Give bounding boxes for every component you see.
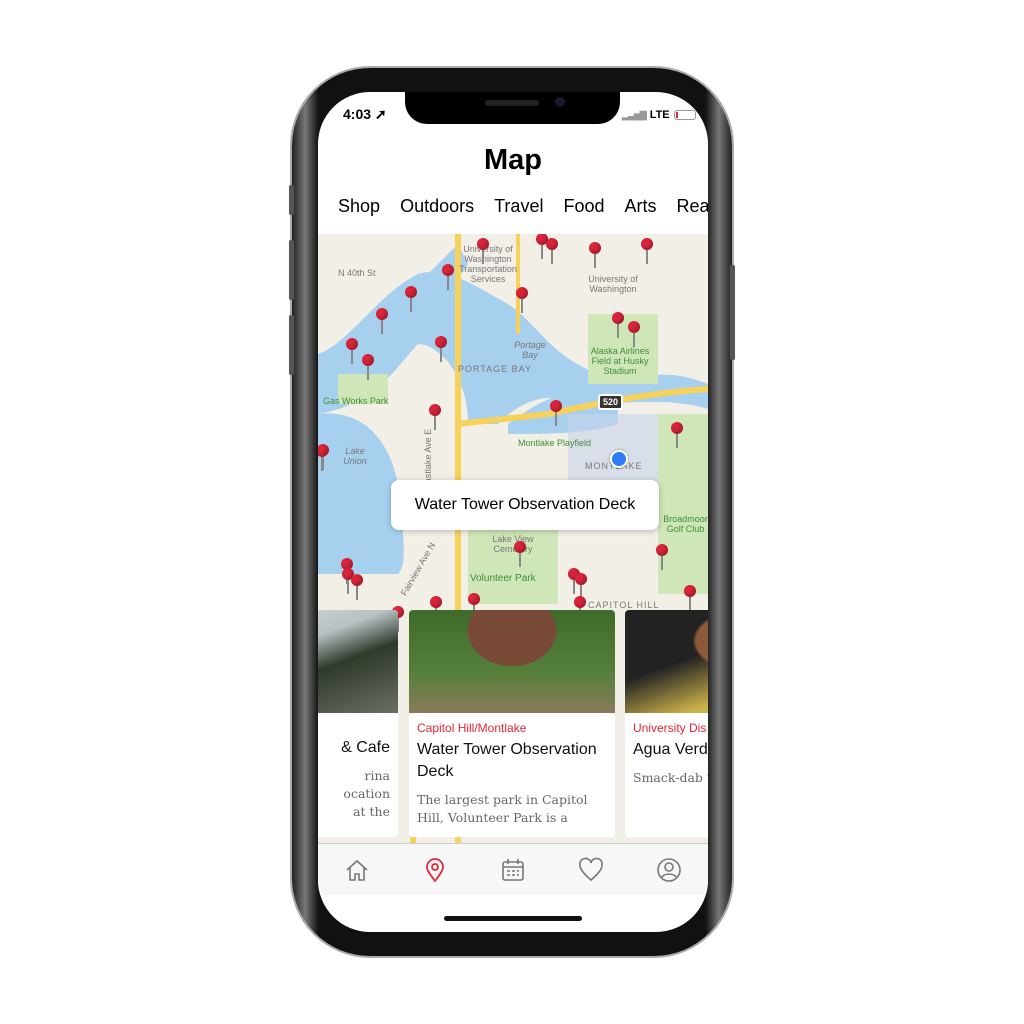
map-view[interactable]: University of Washington Transportation … bbox=[318, 234, 708, 843]
notch bbox=[405, 92, 620, 124]
tab-events[interactable] bbox=[499, 856, 527, 884]
card-title: & Cafe bbox=[341, 739, 390, 756]
volume-down-button bbox=[289, 315, 294, 375]
map-label: N 40th St bbox=[338, 268, 376, 278]
map-label: PORTAGE BAY bbox=[458, 364, 533, 374]
place-card[interactable]: & Cafe rina ocation at the bbox=[318, 610, 398, 837]
map-pin[interactable] bbox=[318, 445, 328, 473]
place-card[interactable]: Capitol Hill/Montlake Water Tower Observ… bbox=[409, 610, 615, 837]
map-label: University of Washington bbox=[588, 274, 638, 294]
category-tab-travel[interactable]: Travel bbox=[494, 196, 543, 217]
map-pin[interactable] bbox=[442, 264, 454, 292]
home-icon bbox=[346, 859, 368, 881]
map-pin[interactable] bbox=[684, 585, 696, 613]
map-pin[interactable] bbox=[429, 404, 441, 432]
map-pin[interactable] bbox=[628, 321, 640, 349]
map-label: Volunteer Park bbox=[470, 573, 536, 584]
place-image bbox=[625, 610, 708, 713]
map-pin-icon bbox=[426, 857, 444, 883]
map-pin[interactable] bbox=[641, 238, 653, 266]
status-right: ▂▃▅▇ LTE bbox=[622, 109, 696, 121]
map-pin[interactable] bbox=[351, 574, 363, 602]
map-pin[interactable] bbox=[516, 287, 528, 315]
category-tabs[interactable]: n Shop Outdoors Travel Food Arts Rea bbox=[318, 196, 708, 217]
category-tab-food[interactable]: Food bbox=[563, 196, 604, 217]
screen: 4:03 ➚ ▂▃▅▇ LTE Map n Shop Outdoors Trav… bbox=[318, 92, 708, 932]
page-title: Map bbox=[484, 144, 542, 176]
map-pin[interactable] bbox=[514, 541, 526, 569]
highway-520-shield: 520 bbox=[598, 394, 624, 410]
card-title: Agua Verde Paddle Clu bbox=[633, 741, 708, 758]
place-image bbox=[318, 610, 398, 713]
category-tab-arts[interactable]: Arts bbox=[624, 196, 656, 217]
signal-icon: ▂▃▅▇ bbox=[622, 109, 647, 120]
category-tab-outdoors[interactable]: Outdoors bbox=[400, 196, 474, 217]
profile-icon bbox=[657, 857, 681, 882]
map-pin[interactable] bbox=[376, 308, 388, 336]
map-label: Lake Union bbox=[343, 446, 367, 466]
tab-profile[interactable] bbox=[655, 856, 683, 884]
map-pin[interactable] bbox=[435, 336, 447, 364]
map-label: Montlake Playfield bbox=[518, 438, 592, 448]
tab-bar bbox=[318, 843, 708, 895]
card-title: Water Tower Observation Deck bbox=[417, 741, 597, 780]
card-neighborhood: Capitol Hill/Montlake bbox=[417, 721, 527, 735]
map-label: CAPITOL HILL bbox=[588, 600, 660, 610]
map-pin[interactable] bbox=[362, 354, 374, 382]
card-description: Smack-dab the two mo bbox=[633, 770, 708, 785]
heart-icon bbox=[579, 857, 603, 881]
category-tab-more[interactable]: Rea bbox=[677, 196, 709, 217]
tab-home[interactable] bbox=[343, 856, 371, 884]
map-label: Broadmoor Golf Club bbox=[663, 514, 708, 534]
map-pin[interactable] bbox=[671, 422, 683, 450]
map-label: Lake View Cemetery bbox=[492, 534, 534, 554]
map-callout[interactable]: Water Tower Observation Deck bbox=[391, 480, 659, 530]
power-button bbox=[730, 265, 735, 360]
map-label: Gas Works Park bbox=[323, 396, 389, 406]
map-pin[interactable] bbox=[612, 312, 624, 340]
location-arrow-icon: ➚ bbox=[374, 106, 387, 122]
calendar-icon bbox=[502, 858, 524, 881]
card-neighborhood: University Dis bbox=[633, 721, 707, 735]
category-tab-shop[interactable]: Shop bbox=[338, 196, 380, 217]
status-time: 4:03 ➚ bbox=[343, 106, 387, 122]
tab-map[interactable] bbox=[421, 856, 449, 884]
map-pin[interactable] bbox=[656, 544, 668, 572]
map-pin[interactable] bbox=[346, 338, 358, 366]
home-indicator[interactable] bbox=[444, 916, 582, 921]
map-pin[interactable] bbox=[550, 400, 562, 428]
card-description: The largest park in Capitol Hill, Volunt… bbox=[417, 792, 588, 825]
map-pin[interactable] bbox=[546, 238, 558, 266]
map-pin[interactable] bbox=[405, 286, 417, 314]
map-pin[interactable] bbox=[477, 238, 489, 266]
place-card[interactable]: University Dis Agua Verde Paddle Clu Sma… bbox=[625, 610, 708, 837]
place-image bbox=[409, 610, 615, 713]
battery-icon bbox=[673, 110, 696, 120]
user-location-dot bbox=[610, 450, 628, 468]
map-label: Alaska Airlines Field at Husky Stadium bbox=[590, 346, 650, 376]
mute-switch bbox=[289, 185, 294, 215]
map-pin[interactable] bbox=[589, 242, 601, 270]
volume-up-button bbox=[289, 240, 294, 300]
map-label: Portage Bay bbox=[514, 340, 546, 360]
card-description: rina ocation at the bbox=[343, 768, 390, 819]
tab-favorites[interactable] bbox=[577, 856, 605, 884]
